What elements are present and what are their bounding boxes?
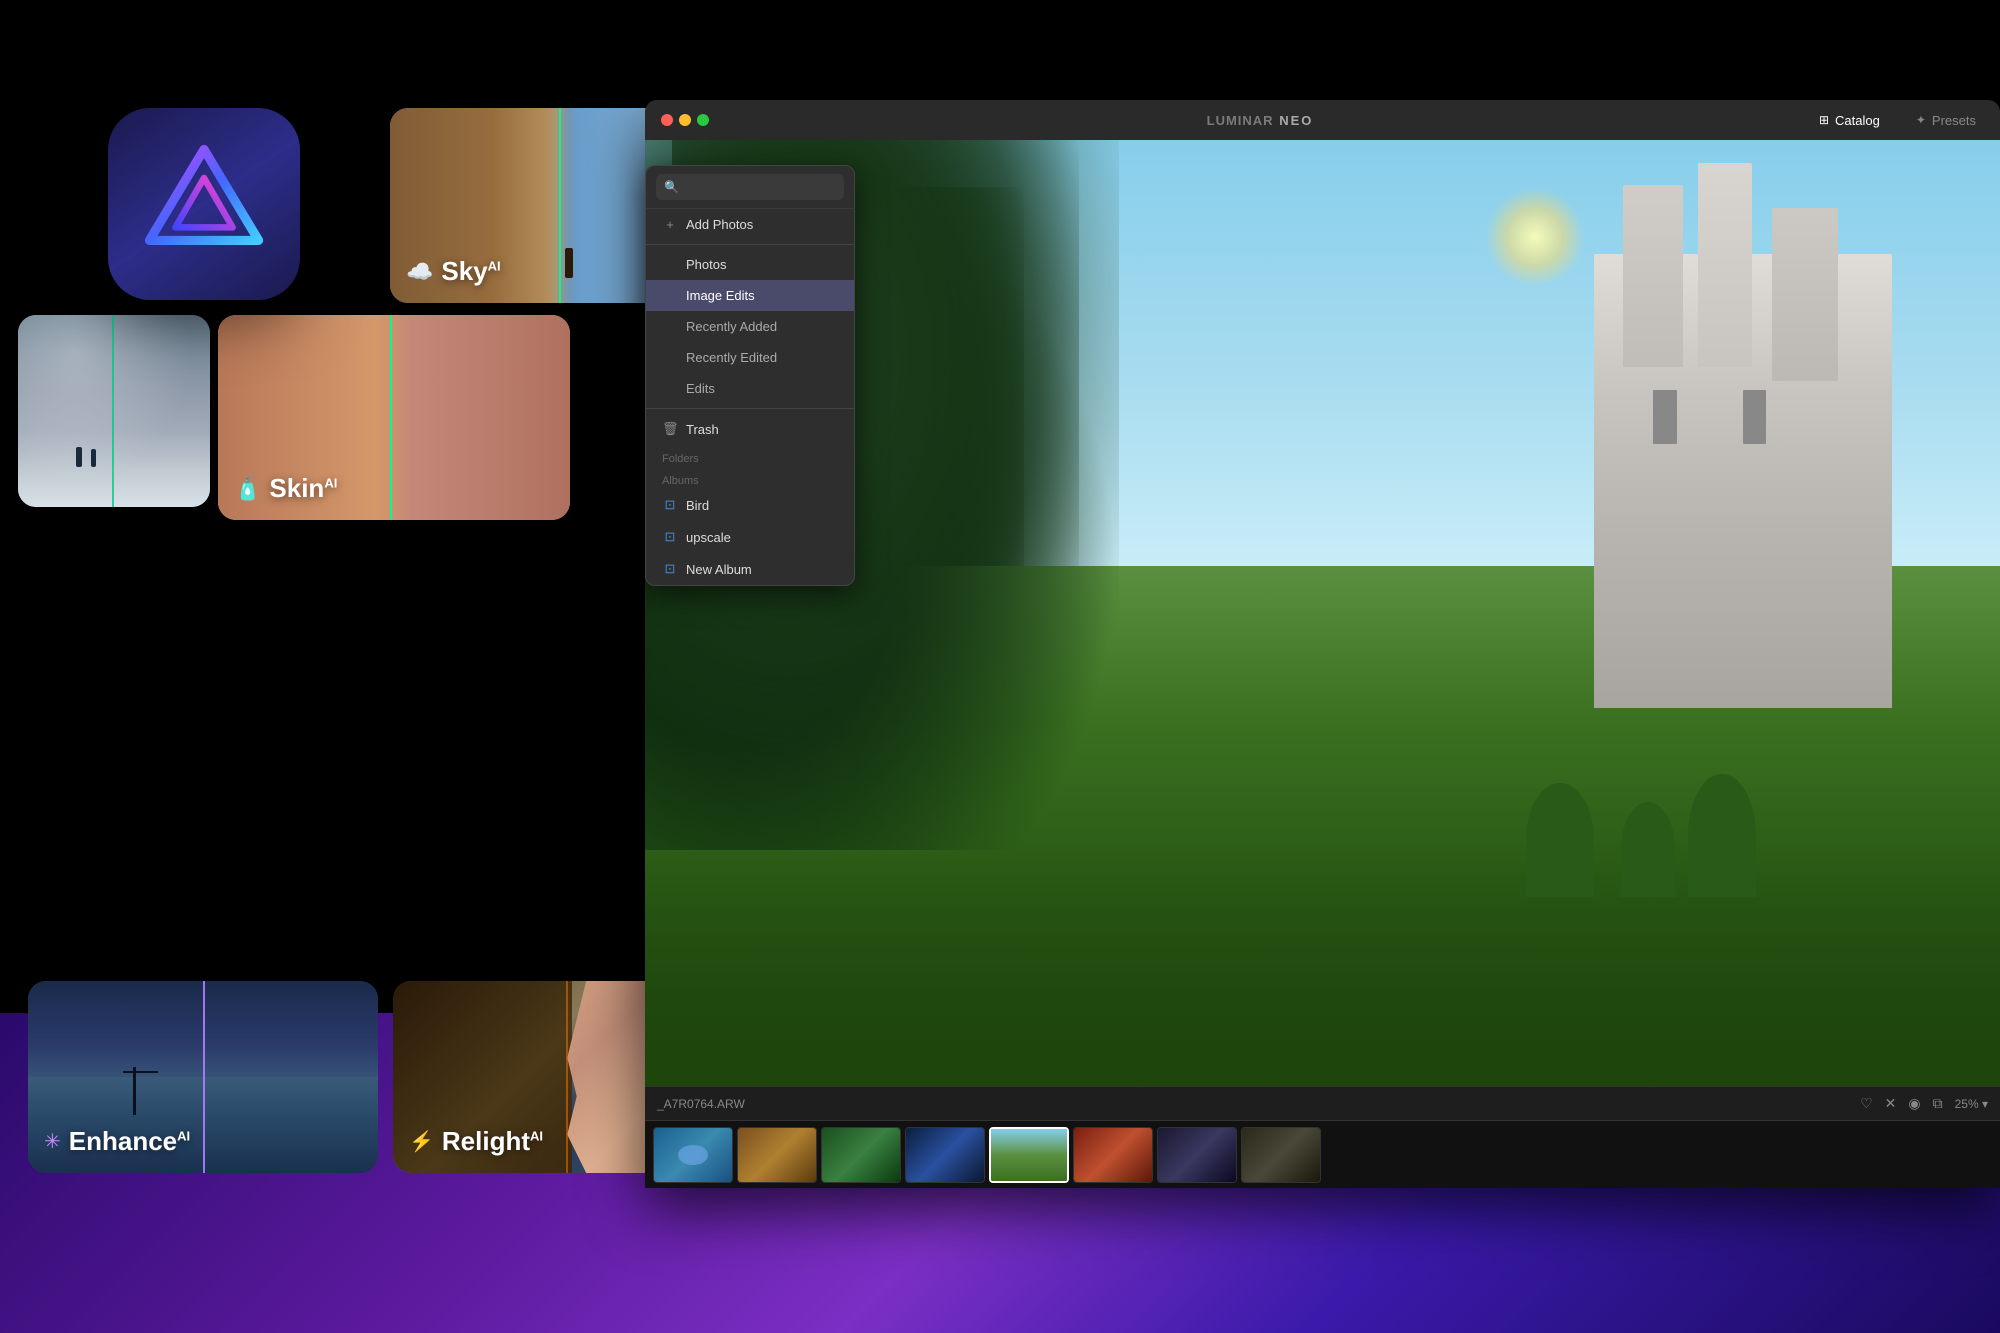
photos-item[interactable]: Photos <box>646 249 854 280</box>
relight-icon: ⚡ <box>409 1129 434 1154</box>
filename-label: _A7R0764.ARW <box>657 1097 745 1111</box>
status-actions: ♡ ✕ ◉ ⧉ 25% ▾ <box>1860 1095 1988 1112</box>
presets-icon: ✦ <box>1916 113 1926 127</box>
album-icon-new: ⊡ <box>662 561 678 577</box>
recently-edited-item[interactable]: Recently Edited <box>646 342 854 373</box>
eye-icon[interactable]: ◉ <box>1908 1095 1920 1112</box>
card-waterfall <box>18 315 210 507</box>
maximize-button[interactable] <box>697 114 709 126</box>
card-skin: 🧴 SkinAI <box>218 315 570 520</box>
add-photos-item[interactable]: + Add Photos <box>646 209 854 240</box>
recently-added-item[interactable]: Recently Added <box>646 311 854 342</box>
relight-label: RelightAI <box>442 1126 543 1157</box>
image-edits-item[interactable]: Image Edits <box>646 280 854 311</box>
layout-icon[interactable]: ⧉ <box>1933 1095 1943 1112</box>
close-button[interactable] <box>661 114 673 126</box>
thumbnail-2[interactable] <box>737 1127 817 1183</box>
thumbnail-3[interactable] <box>821 1127 901 1183</box>
card-enhance: ✳ EnhanceAI <box>28 981 378 1173</box>
presets-tab[interactable]: ✦ Presets <box>1908 109 1984 132</box>
title-bar: LUMINAR NEO ⊞ Catalog ✦ Presets <box>645 100 2000 140</box>
albums-label: Albums <box>646 467 854 489</box>
thumbnail-6[interactable] <box>1073 1127 1153 1183</box>
window-controls <box>661 114 709 126</box>
app-icon <box>108 108 300 300</box>
skin-icon: 🧴 <box>234 476 261 502</box>
thumbnail-strip <box>645 1120 2000 1188</box>
thumbnail-5-castle[interactable] <box>989 1127 1069 1183</box>
catalog-tab[interactable]: ⊞ Catalog <box>1811 109 1888 132</box>
album-icon-bird: ⊡ <box>662 497 678 513</box>
enhance-label: EnhanceAI <box>69 1126 190 1157</box>
thumbnail-7[interactable] <box>1157 1127 1237 1183</box>
edits-item[interactable]: Edits <box>646 373 854 404</box>
thumbnail-4[interactable] <box>905 1127 985 1183</box>
catalog-icon: ⊞ <box>1819 113 1829 127</box>
search-icon: 🔍 <box>664 180 679 194</box>
status-bar: _A7R0764.ARW ♡ ✕ ◉ ⧉ 25% ▾ <box>645 1086 2000 1120</box>
thumbnail-1[interactable] <box>653 1127 733 1183</box>
album-new[interactable]: ⊡ New Album <box>646 553 854 585</box>
heart-icon[interactable]: ♡ <box>1860 1095 1873 1112</box>
album-bird[interactable]: ⊡ Bird <box>646 489 854 521</box>
enhance-icon: ✳ <box>44 1129 61 1154</box>
album-icon-upscale: ⊡ <box>662 529 678 545</box>
zoom-label: 25% ▾ <box>1955 1097 1988 1111</box>
sky-icon: ☁️ <box>406 259 433 285</box>
minimize-button[interactable] <box>679 114 691 126</box>
sky-label: SkyAI <box>441 256 500 287</box>
skin-label: SkinAI <box>269 473 337 504</box>
thumbnail-8[interactable] <box>1241 1127 1321 1183</box>
close-icon[interactable]: ✕ <box>1885 1095 1897 1112</box>
add-photos-icon: + <box>662 217 678 232</box>
dropdown-menu: 🔍 + Add Photos Photos Image Edits Recent… <box>645 165 855 586</box>
trash-icon: 🗑 <box>662 421 678 437</box>
app-title: LUMINAR NEO <box>1207 113 1314 128</box>
album-upscale[interactable]: ⊡ upscale <box>646 521 854 553</box>
trash-item[interactable]: 🗑 Trash <box>646 413 854 445</box>
folders-label: Folders <box>646 445 854 467</box>
